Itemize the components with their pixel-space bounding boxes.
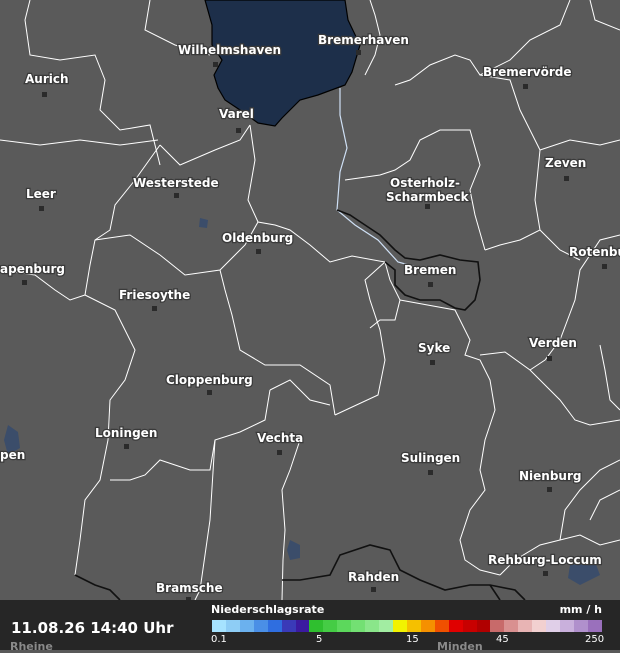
legend-swatch [573,620,588,632]
legend-swatch [406,620,421,632]
svg-text:Wilhelmshaven: Wilhelmshaven [178,43,281,57]
legend-swatch [518,620,533,632]
legend-swatch [490,620,505,632]
legend-swatch [295,620,310,632]
legend-swatch [337,620,352,632]
legend-swatch [392,620,407,632]
legend-swatch [253,620,268,632]
legend-swatch [309,620,324,632]
svg-text:Nienburg: Nienburg [519,469,581,483]
svg-text:Aurich: Aurich [25,72,69,86]
svg-text:Bremerhaven: Bremerhaven [318,33,409,47]
svg-text:Friesoythe: Friesoythe [119,288,190,302]
svg-text:Bramsche: Bramsche [156,581,223,595]
legend-swatch [239,620,254,632]
legend-tick: 45 [496,634,509,645]
legend-tick: 250 [585,634,605,645]
svg-text:Osterholz-: Osterholz- [390,176,460,190]
precipitation-map[interactable]: Wilhelmshaven Bremerhaven Aurich Bremerv… [0,0,620,650]
svg-text:Rotenbu: Rotenbu [569,245,620,259]
legend-tick: 5 [316,634,323,645]
legend-tick: 0.1 [211,634,227,645]
legend-swatch [351,620,366,632]
svg-text:Syke: Syke [418,341,450,355]
timestamp: 11.08.26 14:40 Uhr [11,619,174,637]
legend-swatch [225,620,240,632]
svg-text:Varel: Varel [219,107,254,121]
legend-swatch [462,620,477,632]
svg-text:Scharmbeck: Scharmbeck [386,190,470,204]
svg-text:Bremen: Bremen [404,263,456,277]
svg-text:Sulingen: Sulingen [401,451,460,465]
legend-swatch [365,620,380,632]
city-meppen: pen [0,447,27,464]
svg-text:Rehburg-Loccum: Rehburg-Loccum [488,553,602,567]
precipitation-color-scale [212,620,602,632]
legend-swatch [379,620,393,632]
svg-text:Loningen: Loningen [95,426,157,440]
city-rheine: Rheine [10,640,53,653]
legend-swatch [476,620,491,632]
legend-swatch [281,620,296,632]
svg-text:Zeven: Zeven [545,156,586,170]
svg-text:pen: pen [0,448,25,462]
legend-unit: mm / h [559,603,602,616]
legend-swatch [434,620,449,632]
svg-text:Verden: Verden [529,336,577,350]
svg-text:Westerstede: Westerstede [133,176,219,190]
legend-tick: 15 [406,634,419,645]
svg-text:Leer: Leer [26,187,56,201]
legend-swatch [546,620,561,632]
city-minden: Minden [437,640,483,653]
legend-swatch [323,620,338,632]
legend-swatch [560,620,574,632]
legend-swatch [448,620,463,632]
svg-text:Oldenburg: Oldenburg [222,231,293,245]
legend-swatch [267,620,282,632]
legend-swatch [504,620,519,632]
legend-swatch [587,620,602,632]
legend-swatch [212,620,226,632]
svg-text:Vechta: Vechta [257,431,303,445]
legend-swatch [532,620,547,632]
svg-text:Cloppenburg: Cloppenburg [166,373,253,387]
legend-footer: 11.08.26 14:40 Uhr Niederschlagsrate mm … [0,600,620,653]
svg-text:Bremervörde: Bremervörde [483,65,571,79]
legend-title: Niederschlagsrate [211,603,325,616]
svg-text:apenburg: apenburg [0,262,65,276]
legend-swatch [420,620,435,632]
svg-text:Rahden: Rahden [348,570,399,584]
